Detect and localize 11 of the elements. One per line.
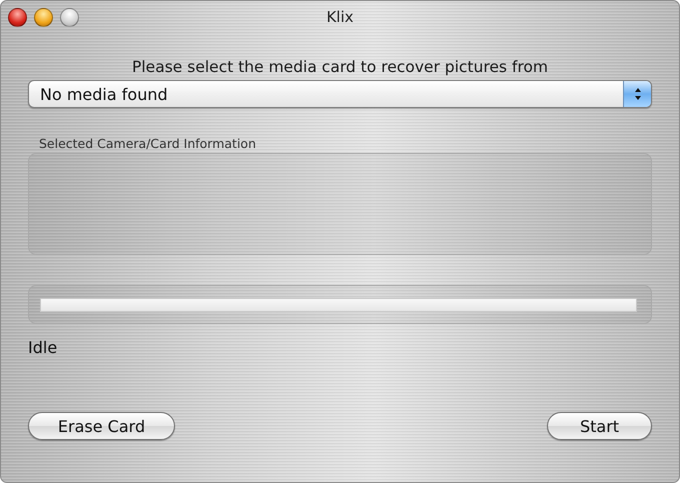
status-label: Idle xyxy=(28,338,58,357)
stepper-icon xyxy=(623,81,651,107)
start-button[interactable]: Start xyxy=(547,412,652,440)
close-button[interactable] xyxy=(8,8,27,26)
erase-card-button[interactable]: Erase Card xyxy=(28,412,175,440)
zoom-button[interactable] xyxy=(60,8,79,26)
prompt-label: Please select the media card to recover pictures from xyxy=(132,58,548,76)
group-label: Selected Camera/Card Information xyxy=(39,136,256,151)
window-title: Klix xyxy=(325,8,355,26)
media-dropdown[interactable]: No media found xyxy=(28,80,652,108)
minimize-button[interactable] xyxy=(34,8,53,26)
